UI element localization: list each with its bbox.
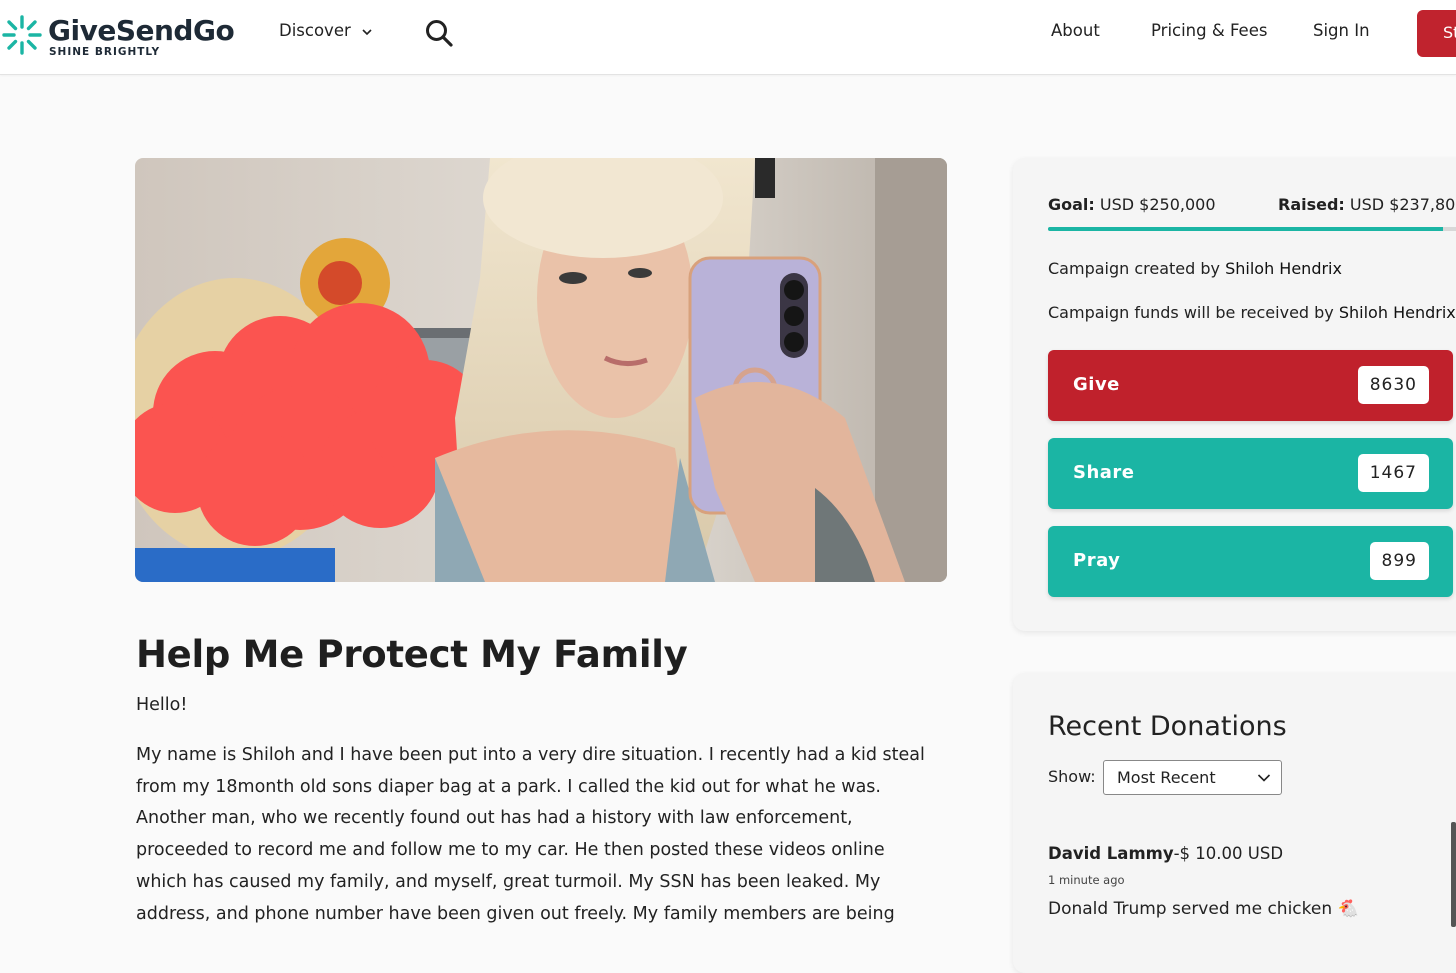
givesendgo-logo-icon [2,15,42,55]
campaign-photo [135,158,947,582]
story-line: which has caused my family, and myself, … [136,871,881,892]
logo-wordmark: GiveSendGo [48,14,235,47]
story-line: Another man, who we recently found out h… [136,808,853,829]
nav-pricing-fees[interactable]: Pricing & Fees [1151,21,1267,40]
recent-donations-title: Recent Donations [1048,711,1287,742]
chicken-emoji: 🐔 [1337,899,1359,919]
donation-message: Donald Trump served me chicken 🐔 [1048,899,1359,919]
story-greeting: Hello! [136,695,188,715]
site-header: GiveSendGo SHINE BRIGHTLY Discover About… [0,0,1456,75]
campaign-creator: Campaign created by Shiloh Hendrix [1048,259,1342,278]
chevron-down-icon [362,29,372,36]
discover-menu[interactable]: Discover [279,21,373,40]
nav-sign-in[interactable]: Sign In [1313,21,1370,40]
sort-selected-value: Most Recent [1117,768,1216,787]
funding-progress-bar [1048,227,1456,231]
nav-about[interactable]: About [1051,21,1100,40]
give-label: Give [1073,374,1120,395]
story-line: proceeded to record me and follow me to … [136,840,885,861]
pray-label: Pray [1073,550,1121,571]
story-line: from my 18month old sons diaper bag at a… [136,776,881,797]
page-scrollbar[interactable] [1451,822,1456,927]
pray-count: 899 [1369,542,1429,580]
raised-amount: Raised: USD $237,802 [1278,195,1456,214]
pray-button[interactable]: Pray 899 [1048,526,1453,597]
sort-label: Show: [1048,767,1096,786]
campaign-title: Help Me Protect My Family [136,633,688,676]
select-chevron-icon [1257,774,1271,782]
story-line: My name is Shiloh and I have been put in… [136,745,925,765]
donation-sort-select[interactable]: Most Recent [1103,760,1282,795]
funding-card: Goal: USD $250,000 Raised: USD $237,802 … [1013,158,1456,631]
search-icon[interactable] [424,18,454,48]
story-line: address, and phone number have been give… [136,903,895,924]
campaign-story: My name is Shiloh and I have been put in… [136,740,925,930]
goal-amount: Goal: USD $250,000 [1048,195,1216,214]
campaign-recipient: Campaign funds will be received by Shilo… [1048,303,1456,322]
site-logo[interactable]: GiveSendGo SHINE BRIGHTLY [0,10,235,62]
give-button[interactable]: Give 8630 [1048,350,1453,421]
share-button[interactable]: Share 1467 [1048,438,1453,509]
discover-label: Discover [279,21,351,40]
logo-tagline: SHINE BRIGHTLY [49,46,161,58]
donation-time: 1 minute ago [1048,873,1125,887]
recent-donations-card: Recent Donations Show: Most Recent David… [1013,673,1456,973]
funding-progress-fill [1048,227,1443,231]
share-count: 1467 [1357,454,1429,492]
give-count: 8630 [1357,366,1429,404]
donation-donor: David Lammy-$ 10.00 USD [1048,844,1284,863]
start-campaign-button[interactable]: St [1417,10,1456,57]
share-label: Share [1073,462,1135,483]
